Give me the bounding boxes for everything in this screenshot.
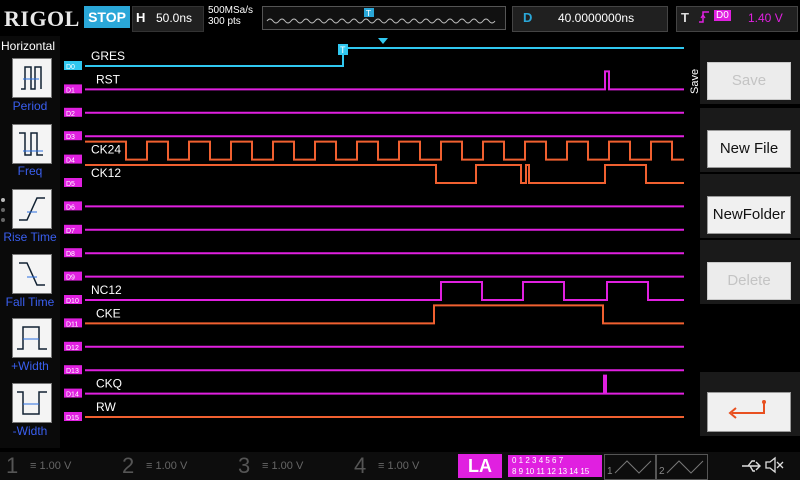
memory-depth: 300 pts: [208, 16, 241, 27]
channel-tag[interactable]: D12: [66, 345, 79, 352]
frequency-icon: [19, 132, 43, 156]
positive-width-button[interactable]: [12, 318, 52, 358]
timebase-label: H: [136, 10, 146, 25]
fall-time-button[interactable]: [12, 254, 52, 294]
ch4-scale-value: 1.00 V: [387, 460, 420, 472]
channel-tag[interactable]: D9: [66, 275, 75, 282]
channel-tag[interactable]: D5: [66, 181, 75, 188]
channel-label: CK12: [91, 166, 121, 180]
channel-tag[interactable]: D3: [66, 134, 75, 141]
channel-tag[interactable]: D8: [66, 251, 75, 258]
svg-text:T: T: [365, 9, 371, 18]
channel-label: NC12: [91, 283, 122, 297]
channel-label: CKQ: [96, 377, 122, 391]
channel-label: GRES: [91, 49, 125, 63]
ch1-number[interactable]: 1: [6, 452, 18, 480]
channel-tag[interactable]: D7: [66, 228, 75, 235]
ref1-number: 1: [607, 466, 613, 477]
sample-rate: 500MSa/s: [208, 5, 254, 16]
la-group-row-2: 8 9 10 11 12 13 14 15: [512, 467, 590, 476]
channel-tag[interactable]: D11: [66, 321, 78, 328]
fall-time-icon: [19, 262, 45, 286]
delete-button[interactable]: Delete: [707, 262, 791, 300]
channel-tag[interactable]: D6: [66, 204, 75, 211]
channel-tag[interactable]: D0: [66, 64, 75, 71]
brand-logo: RIGOL: [4, 6, 80, 31]
channel-label: RST: [96, 72, 121, 86]
positive-width-icon: [17, 326, 47, 350]
delay-value: 40.0000000ns: [558, 11, 635, 25]
timebase-value: 50.0ns: [156, 11, 193, 25]
rising-edge-icon: [699, 11, 709, 23]
ch3-scale: ≡ 1.00 V: [262, 460, 304, 472]
channel-tag[interactable]: D13: [66, 368, 79, 375]
page-dot: [1, 198, 5, 202]
ref2-slot[interactable]: 2: [656, 454, 708, 480]
rise-time-label: Rise Time: [3, 230, 57, 244]
trigger-label: T: [681, 10, 689, 25]
freq-button[interactable]: [12, 124, 52, 164]
ch3-scale-value: 1.00 V: [271, 460, 304, 472]
negative-width-icon: [17, 391, 47, 415]
ref2-number: 2: [659, 466, 665, 477]
ch2-number[interactable]: 2: [122, 452, 134, 480]
page-dot: [1, 208, 5, 212]
la-group-row-1: 0 1 2 3 4 5 6 7: [512, 456, 564, 465]
ch1-scale: ≡ 1.00 V: [30, 460, 72, 472]
acquisition-info: 500MSa/s 300 pts: [208, 5, 253, 27]
period-label: Period: [12, 99, 48, 113]
channel-tag[interactable]: D14: [66, 392, 79, 399]
ch2-scale-value: 1.00 V: [155, 460, 188, 472]
memory-overview: T: [262, 6, 506, 30]
save-button[interactable]: Save: [707, 62, 791, 100]
freq-label: Freq: [17, 164, 43, 178]
new-folder-button[interactable]: NewFolder: [707, 196, 791, 234]
rise-time-icon: [19, 197, 45, 221]
run-stop-indicator[interactable]: STOP: [84, 6, 130, 28]
back-button[interactable]: [707, 392, 791, 432]
trigger-source: D0: [714, 10, 731, 21]
trigger-level: 1.40 V: [748, 11, 783, 25]
ch4-number[interactable]: 4: [354, 452, 366, 480]
positive-width-label: +Width: [11, 359, 49, 373]
page-dot: [1, 218, 5, 222]
rise-time-button[interactable]: [12, 189, 52, 229]
channel-tag[interactable]: D4: [66, 158, 75, 165]
negative-width-button[interactable]: [12, 383, 52, 423]
waveform-display[interactable]: D0D1D2D3D4D5D6D7D8D9D10D11D12D13D14D15T …: [60, 36, 688, 432]
channel-tag[interactable]: D10: [66, 298, 79, 305]
ref1-slot[interactable]: 1: [604, 454, 656, 480]
channel-tag[interactable]: D15: [66, 415, 79, 422]
speaker-muted-icon[interactable]: [764, 456, 784, 474]
ch3-number[interactable]: 3: [238, 452, 250, 480]
channel-tag[interactable]: D2: [66, 111, 75, 118]
period-icon: [21, 66, 42, 90]
return-arrow-icon: [728, 400, 766, 419]
period-button[interactable]: [12, 58, 52, 98]
usb-icon: [742, 460, 761, 472]
fall-time-label: Fall Time: [5, 295, 55, 309]
memory-overview-waveform: T: [266, 8, 496, 24]
negative-width-label: -Width: [12, 424, 48, 438]
new-file-button[interactable]: New File: [707, 130, 791, 168]
ch1-scale-value: 1.00 V: [39, 460, 72, 472]
save-menu-title: Save: [689, 69, 701, 94]
trigger-flag-label: T: [340, 45, 346, 55]
channel-label: CK24: [91, 143, 121, 157]
channel-label: RW: [96, 400, 116, 414]
menu-title: Horizontal: [1, 39, 56, 53]
ch2-scale: ≡ 1.00 V: [146, 460, 188, 472]
la-channel-groups[interactable]: 0 1 2 3 4 5 6 7 8 9 10 11 12 13 14 15: [508, 455, 602, 477]
delay-label: D: [523, 10, 533, 25]
la-button[interactable]: LA: [458, 454, 502, 478]
channel-tag[interactable]: D1: [66, 87, 75, 94]
ch4-scale: ≡ 1.00 V: [378, 460, 420, 472]
channel-label: CKE: [96, 306, 121, 320]
